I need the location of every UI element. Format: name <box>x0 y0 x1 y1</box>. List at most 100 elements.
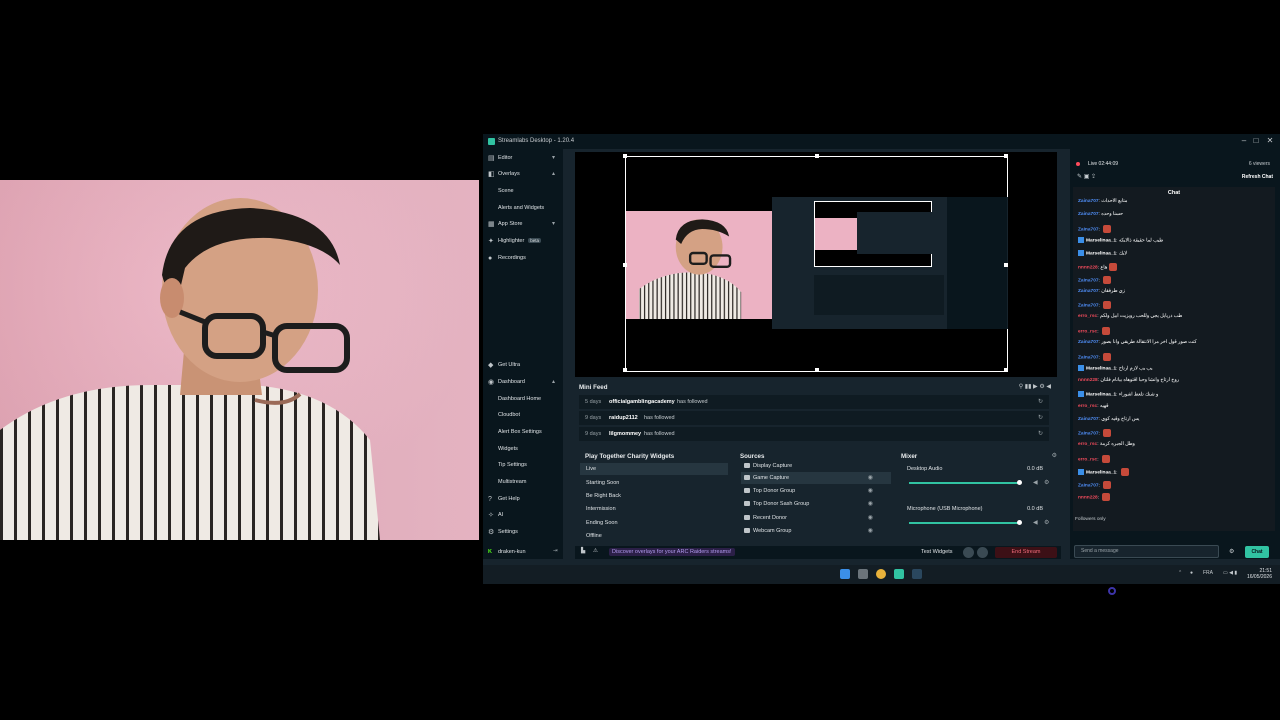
sidebar-item-multistream[interactable]: Multistream <box>483 477 563 489</box>
sidebar-item-scene[interactable]: Scene <box>483 186 563 198</box>
chat-input[interactable]: Send a message <box>1074 545 1219 558</box>
sidebar-item-app-store[interactable]: ▦ App Store ▾ <box>483 219 563 231</box>
test-widgets-button[interactable]: Test Widgets <box>921 549 952 555</box>
stream-preview[interactable] <box>575 152 1057 377</box>
chat-username[interactable]: Marselinaa_1 <box>1086 239 1116 244</box>
streamlabs-taskbar-icon[interactable] <box>894 569 904 579</box>
source-item[interactable]: Display Capture <box>741 460 891 472</box>
chat-username[interactable]: Marselinaa_1 <box>1086 251 1116 256</box>
source-item[interactable]: Top Donor Group ◉ <box>741 485 891 497</box>
sidebar-item-alerts-and-widgets[interactable]: Alerts and Widgets <box>483 203 563 215</box>
alert-icon[interactable]: ⚠ <box>593 548 598 554</box>
visibility-icon[interactable]: ◉ <box>868 474 873 481</box>
chat-tools-icon[interactable]: ✎ ▣ ⇪ <box>1077 173 1096 180</box>
visibility-icon[interactable]: ◉ <box>868 527 873 534</box>
scene-item[interactable]: Starting Soon <box>580 477 728 489</box>
visibility-icon[interactable]: ◉ <box>868 500 873 507</box>
source-item[interactable]: Game Capture ◉ <box>741 472 891 484</box>
feed-tools-icon[interactable]: ⚲ ▮▮ ▶ ⚙ ◀ <box>1019 383 1051 390</box>
resize-handle[interactable] <box>623 154 627 158</box>
user-account[interactable]: K draken-kun ⇥ <box>483 546 563 559</box>
chat-username[interactable]: nnnn228 <box>1078 265 1098 270</box>
refresh-chat-button[interactable]: Refresh Chat <box>1242 174 1273 180</box>
clock[interactable]: 21:51 16/05/2026 <box>1247 568 1272 580</box>
replay-icon[interactable]: ↻ <box>1038 430 1043 437</box>
volume-bar[interactable] <box>909 522 1019 524</box>
chat-username[interactable]: Zaina707 <box>1078 340 1099 345</box>
record-button[interactable] <box>963 547 974 558</box>
sidebar-item-highlighter[interactable]: ✦ Highlighter beta <box>483 236 563 248</box>
scene-item[interactable]: Be Right Back <box>580 490 728 502</box>
volume-bar[interactable] <box>909 482 1019 484</box>
resize-handle[interactable] <box>1004 368 1008 372</box>
sidebar-item-cloudbot[interactable]: Cloudbot <box>483 410 563 422</box>
chat-username[interactable]: erro_rsc <box>1078 314 1097 319</box>
chrome-icon[interactable] <box>876 569 886 579</box>
resize-handle[interactable] <box>815 154 819 158</box>
chat-username[interactable]: Zaina707 <box>1078 417 1099 422</box>
resize-handle[interactable] <box>1004 263 1008 267</box>
maximize-button[interactable]: □ <box>1251 136 1261 146</box>
sidebar-item-dashboard-home[interactable]: Dashboard Home <box>483 394 563 406</box>
selected-source-frame[interactable] <box>623 154 1008 372</box>
replay-buffer-button[interactable] <box>977 547 988 558</box>
scene-item[interactable]: Offline <box>580 530 728 542</box>
steam-icon[interactable] <box>912 569 922 579</box>
gear-icon[interactable]: ⚙ <box>1052 452 1057 459</box>
chat-username[interactable]: Zaina707 <box>1078 483 1099 488</box>
resize-handle[interactable] <box>1004 154 1008 158</box>
sidebar-item-dashboard[interactable]: ◉ Dashboard ▴ <box>483 377 563 389</box>
sidebar-item-get-help[interactable]: ? Get Help <box>483 494 563 506</box>
send-chat-button[interactable]: Chat <box>1245 546 1269 558</box>
chat-username[interactable]: Zaina707 <box>1078 278 1099 283</box>
resize-handle[interactable] <box>623 368 627 372</box>
chat-username[interactable]: Marselinaa_1 <box>1086 367 1116 372</box>
chat-username[interactable]: Zaina707 <box>1078 289 1099 294</box>
sidebar-item-alert-box-settings[interactable]: Alert Box Settings <box>483 427 563 439</box>
chat-username[interactable]: Zaina707 <box>1078 227 1099 232</box>
logout-icon[interactable]: ⇥ <box>553 548 558 554</box>
source-item[interactable]: Webcam Group ◉ <box>741 525 891 537</box>
chat-username[interactable]: Marselinaa_1 <box>1086 470 1116 475</box>
chat-username[interactable]: erro_rsc <box>1078 329 1097 334</box>
sidebar-item-recordings[interactable]: ● Recordings <box>483 253 563 265</box>
chat-username[interactable]: Zaina707 <box>1078 355 1099 360</box>
sidebar-item-overlays[interactable]: ◧ Overlays ▴ <box>483 169 563 181</box>
chat-username[interactable]: erro_rsc <box>1078 404 1097 409</box>
close-button[interactable]: ✕ <box>1265 136 1275 146</box>
sidebar-item-settings[interactable]: ⚙ Settings <box>483 527 563 539</box>
sidebar-item-widgets[interactable]: Widgets <box>483 444 563 456</box>
chat-username[interactable]: Zaina707 <box>1078 212 1099 217</box>
scene-item[interactable]: Ending Soon <box>580 517 728 529</box>
overlay-promo-banner[interactable]: Discover overlays for your ARC Raiders s… <box>609 548 735 556</box>
source-item[interactable]: Recent Donor ◉ <box>741 512 891 524</box>
gear-icon[interactable]: ⚙ <box>1044 479 1049 486</box>
microphone-icon[interactable]: ● <box>1190 570 1193 576</box>
chat-username[interactable]: erro_rsc <box>1078 457 1097 462</box>
gear-icon[interactable]: ⚙ <box>1044 519 1049 526</box>
scene-item[interactable]: Live <box>580 463 728 475</box>
tray-chevron-icon[interactable]: ⌃ <box>1178 570 1182 576</box>
source-item[interactable]: Top Donor Sash Group ◉ <box>741 498 891 510</box>
chat-username[interactable]: Zaina707 <box>1078 199 1099 204</box>
sidebar-item-ai[interactable]: ✧ AI <box>483 510 563 522</box>
language-indicator[interactable]: FRA <box>1203 570 1213 576</box>
chat-username[interactable]: nnnn228 <box>1078 378 1098 383</box>
minimize-button[interactable]: – <box>1239 136 1249 146</box>
file-explorer-icon[interactable] <box>858 569 868 579</box>
gear-icon[interactable]: ⚙ <box>1229 548 1234 555</box>
speaker-icon[interactable]: ◀ <box>1033 519 1038 526</box>
resize-handle[interactable] <box>815 368 819 372</box>
resize-handle[interactable] <box>623 263 627 267</box>
end-stream-button[interactable]: End Stream <box>995 547 1057 558</box>
scene-item[interactable]: Intermission <box>580 503 728 515</box>
volume-slider[interactable] <box>1017 520 1022 525</box>
sidebar-item-tip-settings[interactable]: Tip Settings <box>483 460 563 472</box>
chat-username[interactable]: nnnn228 <box>1078 496 1098 501</box>
speaker-icon[interactable]: ◀ <box>1033 479 1038 486</box>
stats-icon[interactable]: ▙ <box>581 548 585 554</box>
replay-icon[interactable]: ↻ <box>1038 398 1043 405</box>
chat-username[interactable]: Marselinaa_1 <box>1086 392 1116 397</box>
sidebar-item-get-ultra[interactable]: ◆ Get Ultra <box>483 360 563 372</box>
chat-username[interactable]: erro_rsc <box>1078 442 1097 447</box>
